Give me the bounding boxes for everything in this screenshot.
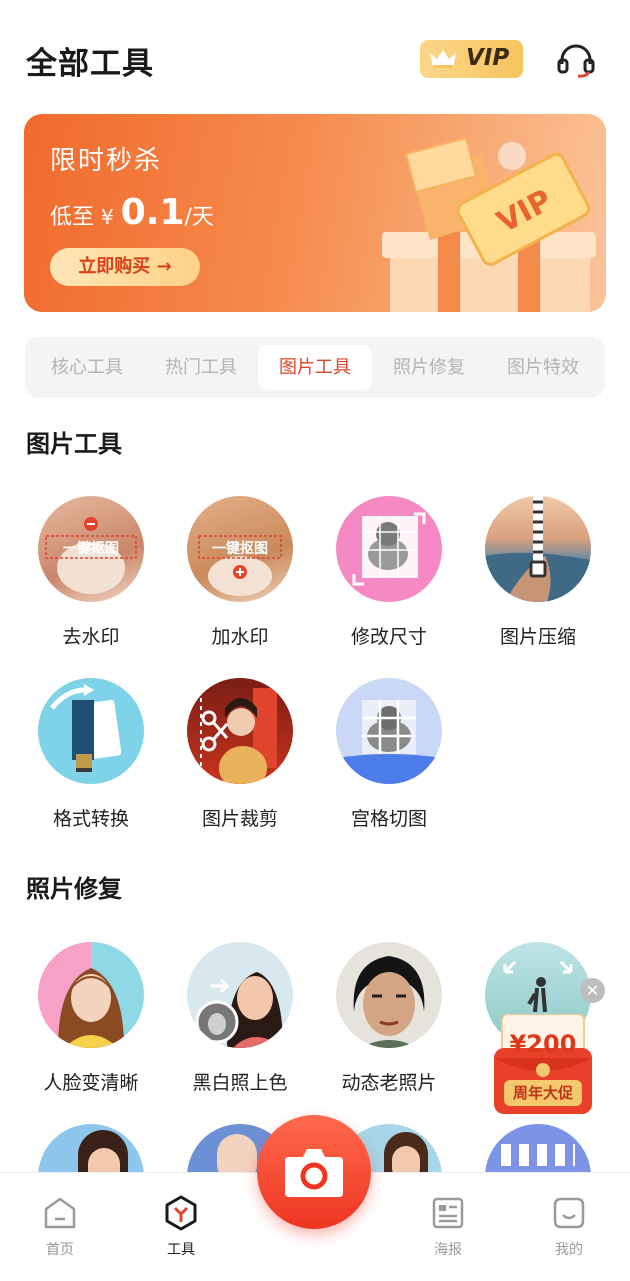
section-title-photo-restore: 照片修复 [26, 875, 122, 903]
animate-photo-icon [336, 942, 442, 1048]
nav-home[interactable]: 首页 [20, 1195, 100, 1259]
tool-grid-cut[interactable]: 宫格切图 [314, 678, 464, 831]
buy-now-button[interactable]: 立即购买 → [50, 248, 200, 286]
tool-remove-watermark[interactable]: 一键抠图 去水印 [16, 496, 166, 649]
vip-button[interactable]: VIP [420, 40, 523, 78]
grid-cut-icon [336, 678, 442, 784]
remove-watermark-icon: 一键抠图 [38, 496, 144, 602]
promo-banner[interactable]: 限时秒杀 低至 ¥ 0.1/天 立即购买 → VIP [24, 114, 606, 312]
crop-icon [187, 678, 293, 784]
tool-label: 人脸变清晰 [43, 1072, 139, 1094]
resize-icon [336, 496, 442, 602]
tool-resize[interactable]: 修改尺寸 [314, 496, 464, 649]
nav-label: 我的 [555, 1242, 583, 1258]
tab-photo-restore[interactable]: 照片修复 [372, 345, 486, 390]
tool-compress[interactable]: 图片压缩 [463, 496, 613, 649]
banner-price: 低至 ¥ 0.1/天 [50, 192, 214, 233]
remove-watermark-caption: 一键抠图 [63, 540, 119, 557]
tool-label: 加水印 [211, 626, 269, 648]
banner-title: 限时秒杀 [50, 146, 163, 176]
tool-label: 宫格切图 [350, 808, 427, 830]
tool-label: 图片裁剪 [201, 808, 278, 830]
tab-core-tools[interactable]: 核心工具 [30, 345, 144, 390]
tool-colorize[interactable]: 黑白照上色 [165, 942, 315, 1095]
face-enhance-icon [38, 942, 144, 1048]
customer-service-icon[interactable] [556, 42, 596, 78]
tools-icon [165, 1195, 197, 1231]
close-icon[interactable]: ✕ [580, 978, 605, 1003]
nav-profile[interactable]: 我的 [529, 1195, 609, 1259]
tool-label: 动态老照片 [341, 1072, 437, 1094]
vip-label: VIP [466, 45, 510, 71]
tool-format-convert[interactable]: 格式转换 [16, 678, 166, 831]
poster-icon [432, 1197, 464, 1229]
coupon-tag: 周年大促 [504, 1080, 582, 1106]
category-tabs: 核心工具 热门工具 图片工具 照片修复 图片特效 [25, 337, 605, 398]
format-convert-icon [38, 678, 144, 784]
tool-label: 黑白照上色 [192, 1072, 288, 1094]
tool-label: 修改尺寸 [350, 626, 427, 648]
page-title: 全部工具 [26, 46, 154, 82]
tool-add-watermark[interactable]: 一键抠图 加水印 [165, 496, 315, 649]
tool-face-enhance[interactable]: 人脸变清晰 [16, 942, 166, 1095]
gift-box-vip-illustration: VIP [382, 136, 596, 312]
add-watermark-caption: 一键抠图 [212, 540, 268, 557]
tool-label: 去水印 [62, 626, 120, 648]
tab-image-effects[interactable]: 图片特效 [486, 345, 600, 390]
tool-label: 图片压缩 [499, 626, 576, 648]
nav-label: 海报 [434, 1242, 462, 1258]
tab-hot-tools[interactable]: 热门工具 [144, 345, 258, 390]
colorize-icon [187, 942, 293, 1048]
nav-tools[interactable]: 工具 [141, 1195, 221, 1259]
home-icon [44, 1197, 76, 1229]
partial-tool-icon[interactable] [485, 1124, 591, 1174]
coupon-amount: ¥200 [509, 1030, 577, 1058]
camera-button[interactable] [257, 1115, 371, 1229]
partial-tool-icon[interactable] [38, 1124, 144, 1174]
crown-icon [430, 50, 456, 68]
tab-image-tools[interactable]: 图片工具 [258, 345, 372, 390]
section-title-image-tools: 图片工具 [26, 430, 122, 458]
camera-icon [285, 1149, 343, 1197]
nav-poster[interactable]: 海报 [408, 1195, 488, 1259]
nav-label: 工具 [167, 1242, 195, 1258]
tool-label: 格式转换 [52, 808, 129, 830]
compress-icon [485, 496, 591, 602]
coupon-float[interactable]: ¥200 周年大促 [494, 1014, 592, 1114]
add-watermark-icon: 一键抠图 [187, 496, 293, 602]
tool-crop[interactable]: 图片裁剪 [165, 678, 315, 831]
nav-label: 首页 [46, 1242, 74, 1258]
profile-icon [553, 1197, 585, 1229]
tool-animate-photo[interactable]: 动态老照片 [314, 942, 464, 1095]
